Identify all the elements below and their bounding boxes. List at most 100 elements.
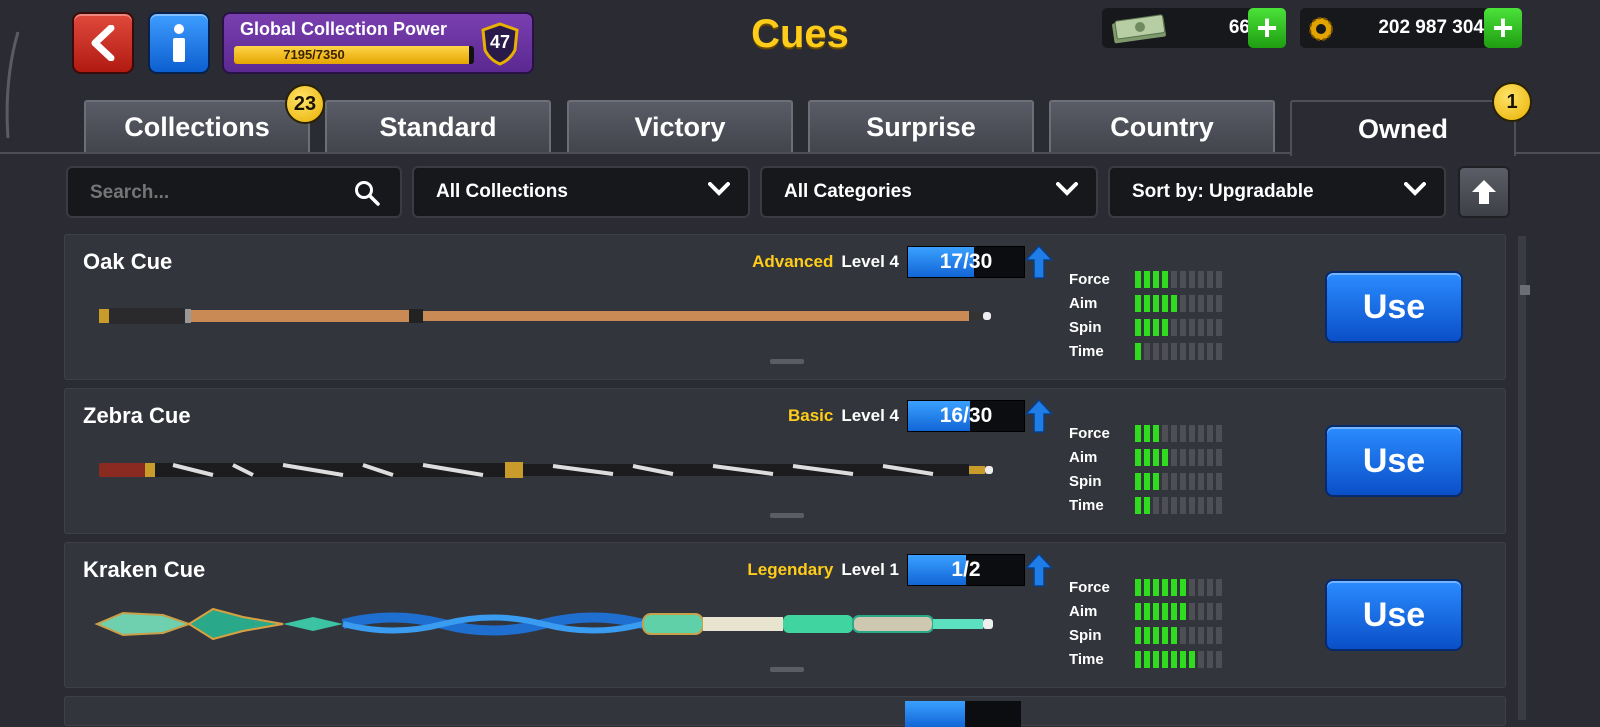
add-cash-button[interactable]: + (1248, 8, 1286, 48)
spin-stat-bar (1135, 626, 1222, 644)
aim-stat-bar (1135, 448, 1222, 466)
stat-segment (1189, 294, 1195, 312)
stat-segment (1135, 448, 1141, 466)
cue-stats: Force Aim Spin Time (1069, 267, 1222, 363)
aim-stat-bar (1135, 602, 1222, 620)
stat-segment (1198, 448, 1204, 466)
cue-card[interactable]: Kraken Cue Legendary Level 1 1/2 Force A… (64, 542, 1506, 688)
cue-stats: Force Aim Spin Time (1069, 421, 1222, 517)
stat-segment (1144, 472, 1150, 490)
cash-icon (1112, 14, 1166, 44)
stat-segment (1189, 270, 1195, 288)
oak-cue-image (99, 308, 991, 324)
use-button[interactable]: Use (1325, 579, 1463, 651)
search-input[interactable] (88, 168, 352, 218)
tab-label: Standard (379, 111, 497, 142)
sort-dropdown[interactable]: Sort by: Upgradable (1108, 166, 1446, 218)
stat-segment (1189, 424, 1195, 442)
search-icon[interactable] (354, 180, 380, 206)
upgrade-arrow-icon[interactable] (1025, 553, 1053, 587)
tab-label: Victory (634, 111, 726, 142)
stat-segment (1216, 602, 1222, 620)
info-button[interactable] (148, 12, 210, 74)
stat-segment (1198, 270, 1204, 288)
cue-rarity: Advanced (752, 252, 834, 271)
tab-label: Owned (1357, 113, 1448, 144)
stat-segment (1216, 626, 1222, 644)
stat-segment (1135, 578, 1141, 596)
stat-segment (1216, 496, 1222, 514)
tab-standard[interactable]: Standard (325, 100, 551, 152)
cue-name: Zebra Cue (83, 403, 191, 428)
stat-label-spin: Spin (1069, 626, 1102, 644)
stat-segment (1171, 424, 1177, 442)
stat-segment (1207, 294, 1213, 312)
stat-segment (1216, 342, 1222, 360)
tab-surprise[interactable]: Surprise (808, 100, 1034, 152)
spin-stat-bar (1135, 318, 1222, 336)
decorative-arc (5, 31, 20, 139)
stat-label-spin: Spin (1069, 472, 1102, 490)
categories-dropdown[interactable]: All Categories (760, 166, 1098, 218)
cue-card[interactable]: Zebra Cue Basic Level 4 16/30 Force Aim … (64, 388, 1506, 534)
upgrade-arrow-icon[interactable] (1025, 245, 1053, 279)
cue-progress-value: 16/30 (939, 404, 993, 427)
stat-segment (1153, 626, 1159, 644)
cue-progress-value: 17/30 (939, 250, 993, 273)
tab-owned[interactable]: Owned (1290, 100, 1516, 156)
back-button[interactable] (72, 12, 134, 74)
add-coins-button[interactable]: + (1484, 8, 1522, 48)
stat-segment (1216, 318, 1222, 336)
stat-segment (1171, 626, 1177, 644)
stat-segment (1189, 578, 1195, 596)
stat-segment (1144, 342, 1150, 360)
sort-direction-button[interactable] (1458, 166, 1510, 218)
cue-rarity: Basic (787, 406, 834, 425)
stat-label-time: Time (1069, 496, 1104, 514)
stat-segment (1171, 578, 1177, 596)
cue-stats: Force Aim Spin Time (1069, 575, 1222, 671)
stat-segment (1144, 448, 1150, 466)
chevron-down-icon (1056, 182, 1078, 196)
expand-handle[interactable] (770, 513, 804, 518)
tab-victory[interactable]: Victory (567, 100, 793, 152)
search-field[interactable] (66, 166, 402, 218)
expand-handle[interactable] (770, 667, 804, 672)
stat-segment (1153, 318, 1159, 336)
stat-segment (1171, 318, 1177, 336)
stat-label-force: Force (1069, 424, 1110, 442)
stat-segment (1189, 318, 1195, 336)
coins-amount: 202 987 304 (1378, 17, 1484, 38)
use-button[interactable]: Use (1325, 271, 1463, 343)
scrollbar[interactable] (1518, 236, 1526, 720)
cue-card[interactable]: Oak Cue Advanced Level 4 17/30 Force Aim… (64, 234, 1506, 380)
sort-dropdown-label: Sort by: Upgradable (1132, 181, 1314, 202)
stat-segment (1135, 424, 1141, 442)
stat-segment (1171, 496, 1177, 514)
stat-segment (1144, 318, 1150, 336)
stat-segment (1144, 650, 1150, 668)
upgrade-arrow-icon[interactable] (1025, 399, 1053, 433)
stat-segment (1135, 342, 1141, 360)
expand-handle[interactable] (770, 359, 804, 364)
stat-segment (1162, 342, 1168, 360)
stat-segment (1189, 496, 1195, 514)
stat-segment (1180, 424, 1186, 442)
cue-card[interactable] (64, 696, 1506, 727)
stat-segment (1135, 496, 1141, 514)
stat-segment (1207, 650, 1213, 668)
stat-segment (1207, 472, 1213, 490)
stat-segment (1198, 318, 1204, 336)
cue-level-row: Legendary Level 1 1/2 (747, 553, 1053, 587)
collections-dropdown[interactable]: All Collections (412, 166, 750, 218)
scrollbar-thumb[interactable] (1520, 285, 1530, 295)
stat-segment (1180, 318, 1186, 336)
stat-segment (1144, 578, 1150, 596)
stat-segment (1153, 424, 1159, 442)
stat-label-time: Time (1069, 342, 1104, 360)
use-button[interactable]: Use (1325, 425, 1463, 497)
global-collection-power-panel[interactable]: Global Collection Power 7195/7350 47 (222, 12, 534, 74)
tab-collections[interactable]: Collections (84, 100, 310, 152)
tab-country[interactable]: Country (1049, 100, 1275, 152)
stat-segment (1135, 626, 1141, 644)
